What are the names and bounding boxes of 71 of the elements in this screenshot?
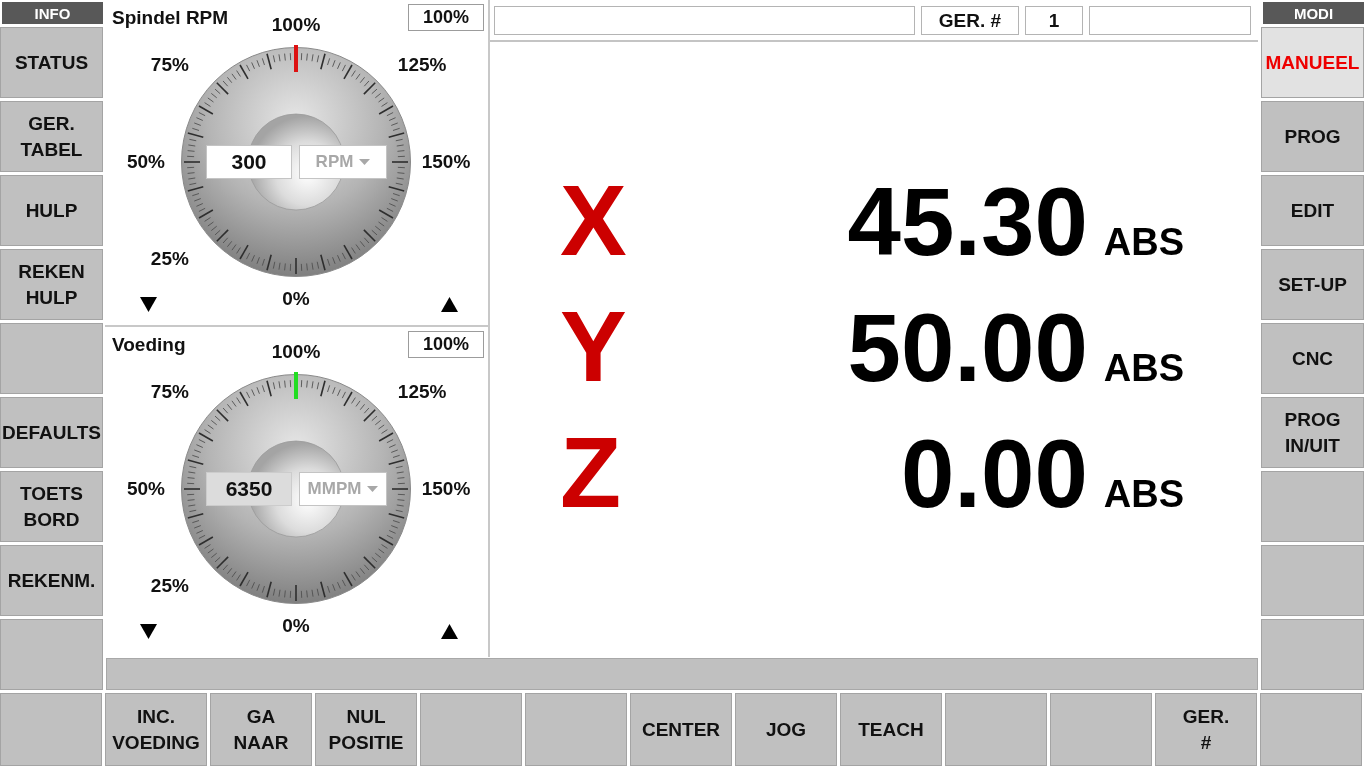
scale-label: 0% (282, 615, 310, 637)
scale-label: 75% (150, 381, 189, 404)
position-value: 50.00 (846, 293, 1088, 403)
mode-button[interactable]: MANUEEL (1261, 27, 1364, 98)
percent-readout: 100% (408, 4, 484, 31)
softkey-button[interactable]: GA NAAR (210, 693, 312, 766)
caret-icon (359, 159, 371, 165)
scale-label: 150% (421, 478, 471, 500)
empty-button[interactable] (945, 693, 1047, 766)
info-button[interactable]: REKEN HULP (0, 249, 103, 320)
scale-label: 150% (421, 151, 471, 173)
scale-label: 75% (150, 54, 189, 77)
softkey-button[interactable]: GER. # (1155, 693, 1257, 766)
unit-label: ABS (1103, 221, 1184, 264)
softkey-button[interactable]: NUL POSITIE (315, 693, 417, 766)
scale-label: 50% (127, 478, 165, 500)
dial-title: Spindel RPM (112, 7, 229, 29)
position-value: 0.00 (899, 419, 1088, 529)
tool-number-field[interactable]: 1 (1025, 6, 1083, 35)
softkey-button[interactable]: INC. VOEDING (105, 693, 207, 766)
empty-button[interactable] (1261, 471, 1364, 542)
empty-button[interactable] (1050, 693, 1152, 766)
softkey-button[interactable]: TEACH (840, 693, 942, 766)
scale-label: 25% (150, 247, 189, 270)
down-triangle-icon[interactable] (140, 624, 157, 639)
empty-button[interactable] (420, 693, 522, 766)
caret-icon (367, 486, 379, 492)
empty-button[interactable] (1260, 693, 1362, 766)
value-field[interactable]: 300 (206, 145, 292, 179)
scale-label: 50% (127, 151, 165, 173)
empty-button[interactable] (0, 693, 102, 766)
scale-label: 25% (150, 574, 189, 597)
text-field[interactable] (1089, 6, 1251, 35)
dial-title: Voeding (112, 334, 186, 356)
scale-label: 0% (282, 288, 310, 310)
mode-button[interactable]: PROG IN/UIT (1261, 397, 1364, 468)
softkey-button[interactable]: CENTER (630, 693, 732, 766)
scale-label: 100% (271, 341, 321, 363)
mode-button[interactable]: CNC (1261, 323, 1364, 394)
mode-button[interactable]: EDIT (1261, 175, 1364, 246)
tool-number-label: GER. # (921, 6, 1019, 35)
info-button[interactable]: HULP (0, 175, 103, 246)
softkey-button[interactable]: JOG (735, 693, 837, 766)
panel-title: INFO (2, 2, 103, 24)
scale-label: 125% (397, 54, 447, 77)
empty-button[interactable] (525, 693, 627, 766)
mode-button[interactable]: PROG (1261, 101, 1364, 172)
info-button[interactable]: DEFAULTS (0, 397, 103, 468)
empty-button[interactable] (1261, 619, 1364, 690)
empty-button[interactable] (0, 323, 103, 394)
info-button[interactable]: STATUS (0, 27, 103, 98)
axis-label: X (560, 163, 627, 278)
unit-label: ABS (1103, 473, 1184, 516)
percent-readout: 100% (408, 331, 484, 358)
up-triangle-icon[interactable] (441, 297, 458, 312)
panel-title: MODI (1263, 2, 1364, 24)
empty-button[interactable] (0, 619, 103, 690)
axis-label: Y (560, 289, 627, 404)
position-value: 45.30 (846, 167, 1088, 277)
down-triangle-icon[interactable] (140, 297, 157, 312)
scale-label: 125% (397, 381, 447, 404)
axis-label: Z (560, 415, 622, 530)
unit-label: ABS (1103, 347, 1184, 390)
mode-button[interactable]: SET-UP (1261, 249, 1364, 320)
text-field[interactable] (494, 6, 915, 35)
up-triangle-icon[interactable] (441, 624, 458, 639)
info-button[interactable]: REKENM. (0, 545, 103, 616)
info-button[interactable]: GER. TABEL (0, 101, 103, 172)
info-button[interactable]: TOETS BORD (0, 471, 103, 542)
scale-label: 100% (271, 14, 321, 36)
empty-button[interactable] (1261, 545, 1364, 616)
